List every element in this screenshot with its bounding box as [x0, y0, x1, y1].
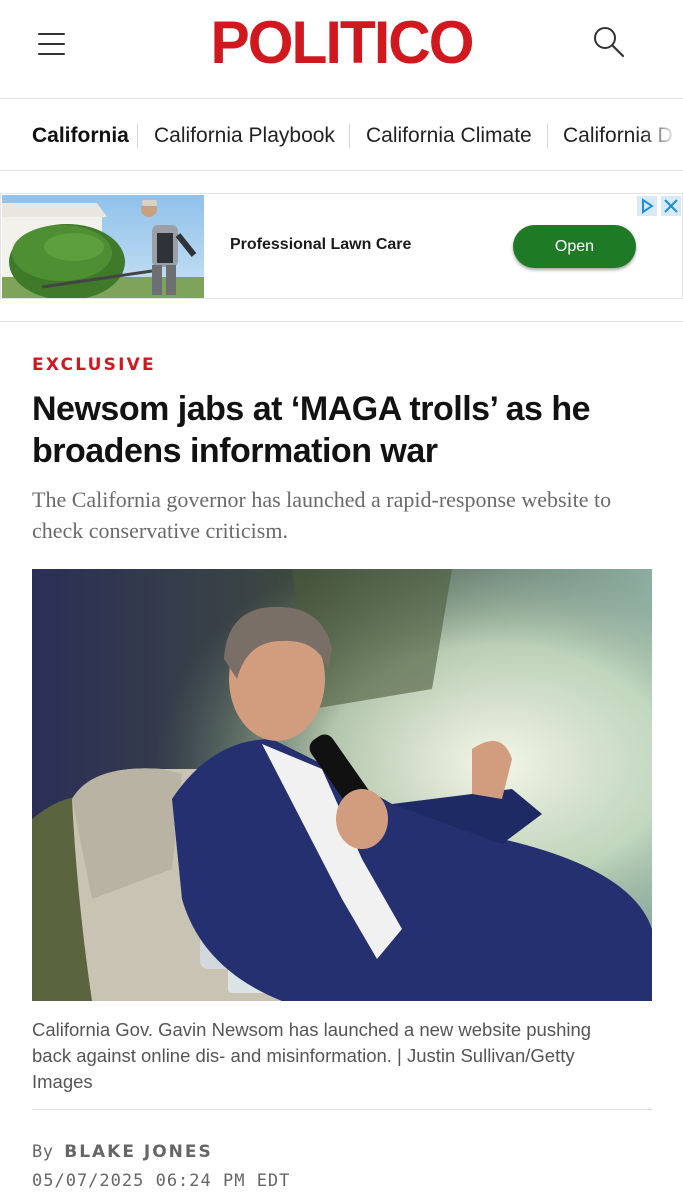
search-icon[interactable] — [592, 25, 626, 59]
nav-fade-overlay — [643, 100, 683, 170]
section-nav-item-california-playbook[interactable]: California Playbook — [154, 122, 335, 150]
author-link[interactable]: BLAKE JONES — [64, 1142, 213, 1162]
ad-open-button[interactable]: Open — [513, 225, 636, 268]
ad-banner[interactable]: Professional Lawn Care Open — [0, 193, 683, 299]
nav-separator — [547, 124, 548, 148]
divider — [0, 321, 683, 322]
section-nav-item-california-climate[interactable]: California Climate — [366, 122, 532, 150]
politico-logo[interactable]: POLITICO — [203, 10, 480, 76]
article-headline: Newsom jabs at ‘MAGA trolls’ as he broad… — [32, 390, 591, 470]
section-nav: California California Playbook Californi… — [0, 100, 683, 171]
photo-caption: California Gov. Gavin Newsom has launche… — [32, 1019, 592, 1092]
nav-separator — [137, 124, 138, 148]
section-nav-item-california[interactable]: California — [32, 122, 129, 150]
adchoices-icon[interactable] — [637, 196, 657, 216]
publish-timestamp: 05/07/2025 06:24 PM EDT — [32, 1171, 291, 1191]
nav-separator — [349, 124, 350, 148]
article-kicker[interactable]: EXCLUSIVE — [32, 355, 156, 375]
ad-lawn-image — [2, 195, 204, 298]
hamburger-menu-icon[interactable] — [38, 33, 66, 55]
byline: By BLAKE JONES — [32, 1142, 213, 1162]
ad-title: Professional Lawn Care — [230, 236, 412, 253]
article-dek: The California governor has launched a r… — [32, 487, 612, 543]
divider — [32, 1109, 652, 1110]
site-header: POLITICO — [0, 0, 683, 99]
close-icon[interactable] — [661, 196, 681, 216]
article-lead-photo[interactable] — [32, 569, 652, 1001]
byline-prefix: By — [32, 1142, 54, 1162]
